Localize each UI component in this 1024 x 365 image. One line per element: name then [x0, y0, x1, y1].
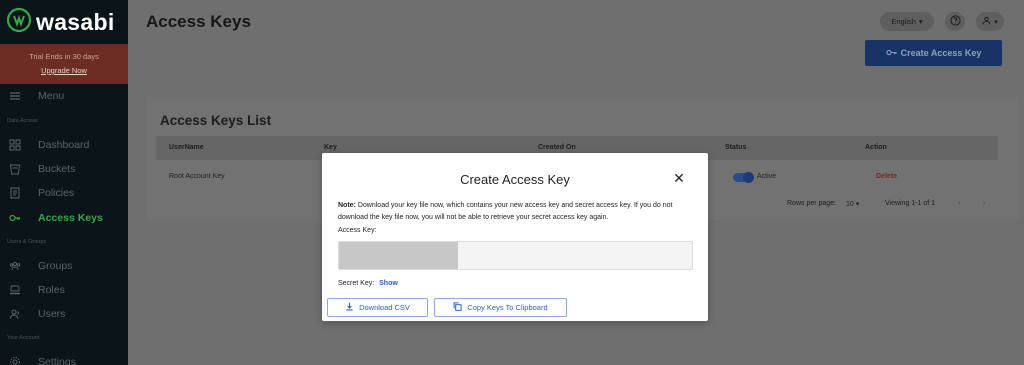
download-csv-label: Download CSV: [359, 303, 410, 312]
sidebar-item-label: Groups: [38, 260, 73, 272]
status-toggle[interactable]: [733, 172, 754, 183]
download-icon: [345, 302, 354, 313]
rows-per-page-value: 10: [846, 201, 854, 208]
wasabi-logo-icon: [6, 7, 32, 38]
close-icon[interactable]: ✕: [672, 171, 686, 185]
sidebar-item-groups[interactable]: Groups: [0, 256, 128, 276]
page-title: Access Keys: [146, 12, 251, 31]
access-key-value-redacted: [339, 242, 458, 269]
sidebar-item-users[interactable]: Users: [0, 304, 128, 324]
caret-down-icon: ▾: [918, 17, 923, 26]
sidebar-item-label: Dashboard: [38, 139, 90, 151]
upgrade-link[interactable]: Upgrade Now: [0, 66, 128, 75]
sidebar-item-label: Roles: [38, 284, 65, 296]
cell-status: Active: [757, 173, 777, 180]
delete-link[interactable]: Delete: [876, 173, 897, 180]
brand-logo[interactable]: wasabi: [0, 0, 128, 44]
column-header-created-on[interactable]: Created On: [538, 144, 576, 151]
caret-down-icon: ▾: [994, 18, 998, 26]
trial-banner: Trial Ends in 30 days Upgrade Now: [0, 44, 128, 84]
pagination-viewing: Viewing 1-1 of 1: [885, 200, 936, 207]
sidebar-item-label: Users: [38, 308, 66, 320]
caret-down-icon: ▾: [855, 201, 860, 208]
modal-title: Create Access Key: [460, 172, 570, 187]
section-users-groups: Users & Groups: [7, 239, 47, 245]
access-key-label: Access Key:: [338, 227, 377, 234]
language-label: English: [891, 17, 916, 26]
sidebar: wasabi Trial Ends in 30 days Upgrade Now…: [0, 0, 128, 365]
create-access-key-button[interactable]: Create Access Key: [865, 40, 1002, 66]
cell-username: Root Account Key: [169, 173, 225, 180]
prev-page-icon[interactable]: ‹: [958, 200, 960, 207]
trial-text: Trial Ends in 30 days: [29, 52, 99, 61]
menu-toggle[interactable]: Menu: [0, 86, 128, 106]
sidebar-item-settings[interactable]: Settings: [0, 352, 128, 365]
section-your-account: Your Account: [7, 335, 40, 341]
sidebar-item-label: Policies: [38, 187, 75, 199]
secret-key-label: Secret Key:: [338, 280, 375, 287]
column-header-status[interactable]: Status: [725, 144, 746, 151]
sidebar-item-label: Buckets: [38, 163, 76, 175]
key-icon: [886, 48, 897, 59]
show-secret-link[interactable]: Show: [379, 280, 398, 287]
help-button[interactable]: [945, 12, 965, 31]
sidebar-item-roles[interactable]: Roles: [0, 280, 128, 300]
help-icon: [949, 13, 961, 31]
section-data-access: Data Access: [7, 118, 38, 124]
policy-icon: [8, 186, 22, 200]
dashboard-icon: [8, 138, 22, 152]
key-icon: [8, 211, 22, 225]
copy-icon: [453, 302, 462, 313]
sidebar-item-policies[interactable]: Policies: [0, 183, 128, 203]
access-key-field[interactable]: [338, 241, 693, 270]
top-bar: Access Keys English ▾ ▾ Create Access Ke…: [128, 0, 1024, 80]
bucket-icon: [8, 162, 22, 176]
sidebar-item-dashboard[interactable]: Dashboard: [0, 135, 128, 155]
menu-label: Menu: [38, 90, 65, 102]
brand-name: wasabi: [36, 8, 115, 35]
sidebar-item-access-keys[interactable]: Access Keys: [0, 208, 128, 228]
copy-keys-button[interactable]: Copy Keys To Clipboard: [434, 298, 567, 317]
language-selector[interactable]: English ▾: [880, 12, 934, 31]
column-header-username[interactable]: UserName: [169, 144, 204, 151]
next-page-icon[interactable]: ›: [983, 200, 985, 207]
sidebar-item-label: Access Keys: [38, 212, 103, 224]
note-text: Download your key file now, which contai…: [338, 202, 673, 221]
rows-per-page-select[interactable]: 10 ▾: [846, 200, 859, 208]
sidebar-item-label: Settings: [38, 356, 76, 365]
sidebar-item-buckets[interactable]: Buckets: [0, 159, 128, 179]
user-icon: [982, 16, 991, 27]
copy-keys-label: Copy Keys To Clipboard: [467, 303, 548, 312]
secret-key-row: Secret Key: Show: [338, 280, 398, 287]
create-button-label: Create Access Key: [900, 48, 982, 58]
groups-icon: [8, 259, 22, 273]
rows-per-page-label: Rows per page:: [787, 200, 837, 207]
column-header-action: Action: [865, 144, 887, 151]
note-label: Note:: [338, 202, 356, 209]
create-access-key-modal: Create Access Key ✕ Note: Download your …: [322, 153, 708, 321]
gear-icon: [8, 355, 22, 365]
roles-icon: [8, 283, 22, 297]
hamburger-icon: [8, 89, 22, 103]
users-icon: [8, 307, 22, 321]
modal-note: Note: Download your key file now, which …: [338, 200, 698, 223]
user-menu[interactable]: ▾: [976, 12, 1004, 31]
column-header-key[interactable]: Key: [324, 144, 337, 151]
list-title: Access Keys List: [160, 113, 272, 128]
download-csv-button[interactable]: Download CSV: [327, 298, 428, 317]
